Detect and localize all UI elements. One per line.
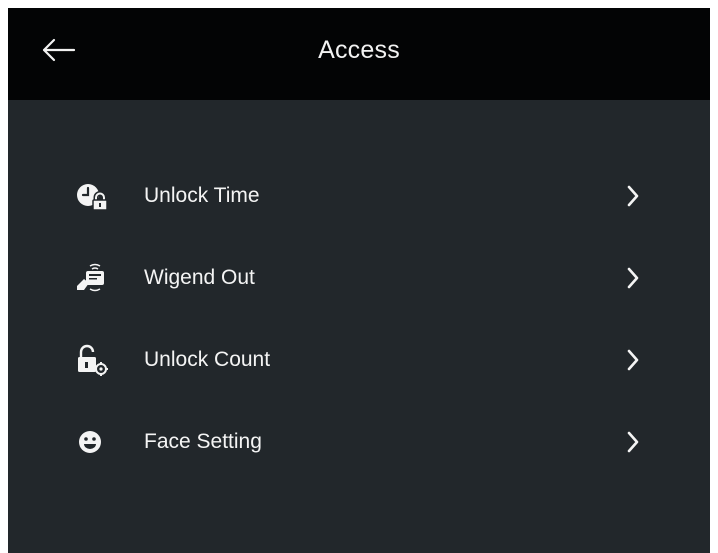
card-reader-icon — [77, 263, 104, 292]
top-bar: Access — [8, 8, 710, 100]
chevron-right-icon — [627, 349, 639, 371]
menu-item-label: Face Setting — [144, 430, 262, 453]
lock-gear-icon — [78, 344, 108, 376]
clock-lock-icon — [77, 184, 108, 211]
chevron-right-icon — [627, 431, 639, 453]
arrow-left-icon — [42, 38, 76, 62]
access-menu: Unlock Time Wigend Out Unlock Count Face… — [8, 155, 710, 483]
back-button[interactable] — [36, 30, 84, 70]
face-icon — [79, 431, 101, 453]
menu-item-label: Unlock Count — [144, 348, 271, 371]
menu-item-label: Wigend Out — [144, 266, 255, 289]
chevron-right-icon — [627, 185, 639, 207]
menu-item-face-setting[interactable]: Face Setting — [8, 401, 710, 483]
menu-item-label: Unlock Time — [144, 184, 260, 207]
menu-item-unlock-time[interactable]: Unlock Time — [8, 155, 710, 237]
menu-item-unlock-count[interactable]: Unlock Count — [8, 319, 710, 401]
menu-item-wigend-out[interactable]: Wigend Out — [8, 237, 710, 319]
chevron-right-icon — [627, 267, 639, 289]
page-title: Access — [318, 36, 400, 64]
device-screen: Access Unlock Time Wigend Out Unlock Cou… — [8, 8, 710, 553]
